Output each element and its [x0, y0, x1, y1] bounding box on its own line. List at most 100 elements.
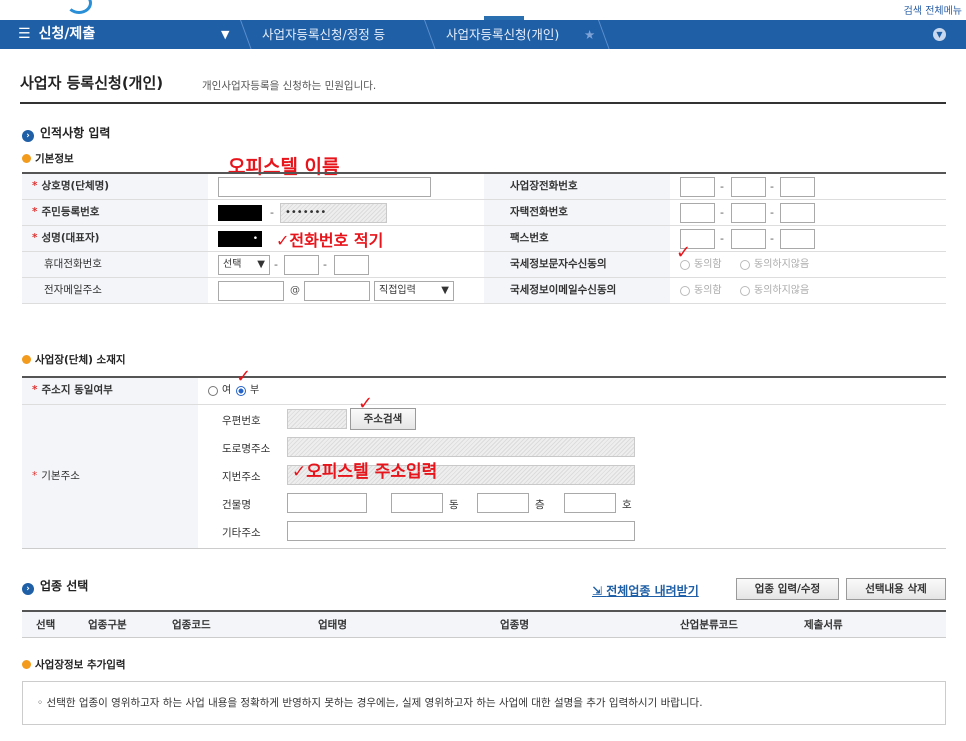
floor-label: 층 — [535, 499, 545, 511]
road-address-label: 도로명주소 — [222, 443, 271, 455]
delete-selected-button[interactable]: 선택내용 삭제 — [846, 578, 946, 600]
email-disagree-label: 동의하지않음 — [754, 285, 810, 296]
subsection-location-heading: 사업장(단체) 소재지 — [22, 352, 126, 367]
arrow-circle-icon: › — [22, 583, 34, 595]
redacted-block: • — [218, 231, 262, 247]
logo-icon[interactable] — [66, 0, 92, 14]
address-same-no-label: 부 — [250, 385, 260, 396]
dash: - — [323, 258, 327, 271]
building-ho-input[interactable] — [564, 493, 616, 513]
subsection-extra-heading: 사업장정보 추가입력 — [22, 657, 126, 672]
table-row: * 주민등록번호 - ••••••• 자택전화번호 - - — [22, 200, 946, 226]
other-address-input[interactable] — [287, 521, 635, 541]
lot-address-label: 지번주소 — [222, 471, 261, 483]
dash: - — [270, 206, 274, 219]
column-header: 업종구분 — [88, 619, 127, 631]
email-consent-label: 국세정보이메일수신동의 — [484, 278, 670, 303]
home-phone-2-input[interactable] — [731, 203, 766, 223]
zip-input[interactable] — [287, 409, 347, 429]
base-address-label: * 기본주소 — [22, 405, 198, 548]
fax-3-input[interactable] — [780, 229, 815, 249]
edit-industry-button[interactable]: 업종 입력/수정 — [736, 578, 839, 600]
email-label: 전자메일주소 — [22, 278, 208, 303]
star-icon[interactable]: ★ — [584, 20, 595, 49]
table-row: * 주소지 동일여부 여 부 ✓ — [22, 366, 946, 405]
email-domain-select[interactable]: 직접입력 ▼ — [374, 281, 454, 301]
resident-no-masked-input[interactable]: ••••••• — [280, 203, 387, 223]
annotation-check: ✓ — [358, 393, 374, 414]
extra-info-box: ◦ 선택한 업종이 영위하고자 하는 사업 내용을 정확하게 반영하지 못하는 … — [22, 681, 946, 725]
industry-table-header: 선택 업종구분 업종코드 업태명 업종명 산업분류코드 제출서류 — [22, 610, 946, 638]
building-label: 건물명 — [222, 499, 251, 511]
caret-down-icon[interactable]: ▼ — [221, 20, 229, 49]
column-header: 업태명 — [318, 619, 347, 631]
column-header: 업종명 — [500, 619, 529, 631]
at-sign: @ — [290, 285, 300, 296]
fax-2-input[interactable] — [731, 229, 766, 249]
chevron-down-icon[interactable]: ▼ — [933, 28, 946, 41]
table-row: * 성명(대표자) • ✓전화번호 적기 팩스번호 - - — [22, 226, 946, 252]
page-description: 개인사업자등록을 신청하는 민원입니다. — [202, 80, 377, 92]
menu-label: 신청/제출 — [38, 26, 96, 42]
email-agree-radio[interactable] — [680, 286, 690, 296]
mobile-3-input[interactable] — [334, 255, 369, 275]
bullet-icon — [22, 355, 31, 364]
table-row: 휴대전화번호 선택 ▼ - - 국세정보문자수신동의 동의함 동의하지않음 ✓ — [22, 242, 946, 278]
table-row: * 상호명(단체명) 사업장전화번호 - - — [22, 174, 946, 200]
sms-consent-label: 국세정보문자수신동의 — [484, 252, 670, 277]
address-same-yes-radio[interactable] — [208, 386, 218, 396]
breadcrumb-separator — [598, 20, 612, 49]
biz-phone-3-input[interactable] — [780, 177, 815, 197]
menu-button[interactable]: ☰ 신청/제출 — [18, 20, 95, 49]
email-domain-input[interactable] — [304, 281, 370, 301]
biz-phone-1-input[interactable] — [680, 177, 715, 197]
table-row: 전자메일주소 @ 직접입력 ▼ 국세정보이메일수신동의 동의함 동의하지않음 — [22, 278, 946, 304]
sms-disagree-radio[interactable] — [740, 260, 750, 270]
breadcrumb-separator — [240, 20, 254, 49]
nav-bar: ☰ 신청/제출 ▼ 사업자등록신청/정정 등 사업자등록신청(개인) ★ ▼ — [0, 20, 966, 49]
annotation-phone-note: ✓전화번호 적기 — [276, 231, 384, 250]
home-phone-3-input[interactable] — [780, 203, 815, 223]
ho-label: 호 — [622, 499, 632, 511]
trade-name-input[interactable] — [218, 177, 431, 197]
email-disagree-radio[interactable] — [740, 286, 750, 296]
column-header: 선택 — [36, 619, 56, 631]
section-industry-heading: › 업종 선택 — [22, 577, 88, 595]
breadcrumb-item-2[interactable]: 사업자등록신청(개인) — [446, 20, 559, 49]
biz-phone-2-input[interactable] — [731, 177, 766, 197]
column-header: 제출서류 — [804, 619, 843, 631]
annotation-address-note: ✓오피스텔 주소입력 — [292, 462, 438, 482]
email-id-input[interactable] — [218, 281, 284, 301]
annotation-check: ✓ — [676, 242, 692, 263]
basic-info-table: * 상호명(단체명) 사업장전화번호 - - * 주민등록번호 - ••••••• … — [22, 172, 946, 304]
download-icon: ⇲ — [592, 584, 607, 598]
dash: - — [720, 206, 724, 219]
email-agree-label: 동의함 — [694, 285, 722, 296]
dash: - — [770, 232, 774, 245]
column-header: 산업분류코드 — [680, 619, 738, 631]
address-same-no-radio[interactable] — [236, 386, 246, 396]
building-floor-input[interactable] — [477, 493, 529, 513]
table-row: * 기본주소 우편번호 주소검색 ✓ 도로명주소 지번주소 ✓오피스텔 주소입력 … — [22, 393, 946, 549]
bullet-icon — [22, 154, 31, 163]
sms-agree-label: 동의함 — [694, 259, 722, 270]
chevron-down-icon: ▼ — [257, 259, 265, 270]
other-address-label: 기타주소 — [222, 527, 261, 539]
mobile-prefix-select[interactable]: 선택 ▼ — [218, 255, 270, 275]
breadcrumb-item-1[interactable]: 사업자등록신청/정정 등 — [262, 20, 385, 49]
column-header: 업종코드 — [172, 619, 211, 631]
dash: - — [770, 206, 774, 219]
breadcrumb-separator — [424, 20, 438, 49]
top-links[interactable]: 검색 전체메뉴 — [904, 2, 962, 17]
dash: - — [720, 180, 724, 193]
subsection-basic-heading: 기본정보 — [22, 151, 74, 166]
building-name-input[interactable] — [287, 493, 367, 513]
building-dong-input[interactable] — [391, 493, 443, 513]
arrow-circle-icon: › — [22, 130, 34, 142]
mobile-2-input[interactable] — [284, 255, 319, 275]
address-table: * 주소지 동일여부 여 부 ✓ * 기본주소 우편번호 주소검색 ✓ 도로명주소 … — [22, 366, 946, 549]
download-industry-link[interactable]: ⇲ 전체업종 내려받기 — [592, 582, 699, 599]
hamburger-icon: ☰ — [18, 26, 31, 42]
home-phone-1-input[interactable] — [680, 203, 715, 223]
road-address-input[interactable] — [287, 437, 635, 457]
